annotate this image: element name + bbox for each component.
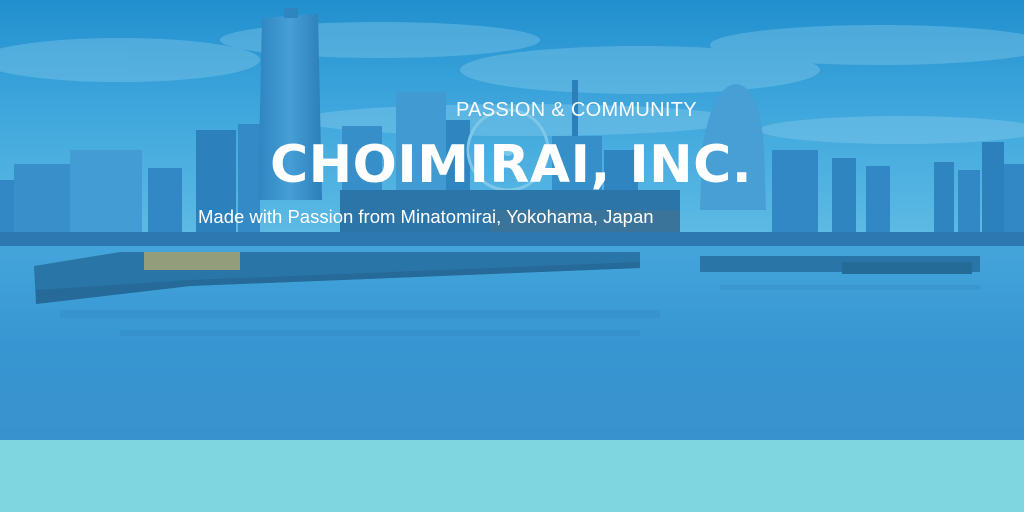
subline: Made with Passion from Minatomirai, Yoko… (198, 206, 654, 227)
hero-banner: PASSION & COMMUNITY CHOIMIRAI, INC. Made… (0, 0, 1024, 512)
tagline: PASSION & COMMUNITY (456, 99, 697, 121)
company-name-headline: CHOIMIRAI, INC. (270, 135, 753, 195)
bottom-strip (0, 440, 1024, 512)
